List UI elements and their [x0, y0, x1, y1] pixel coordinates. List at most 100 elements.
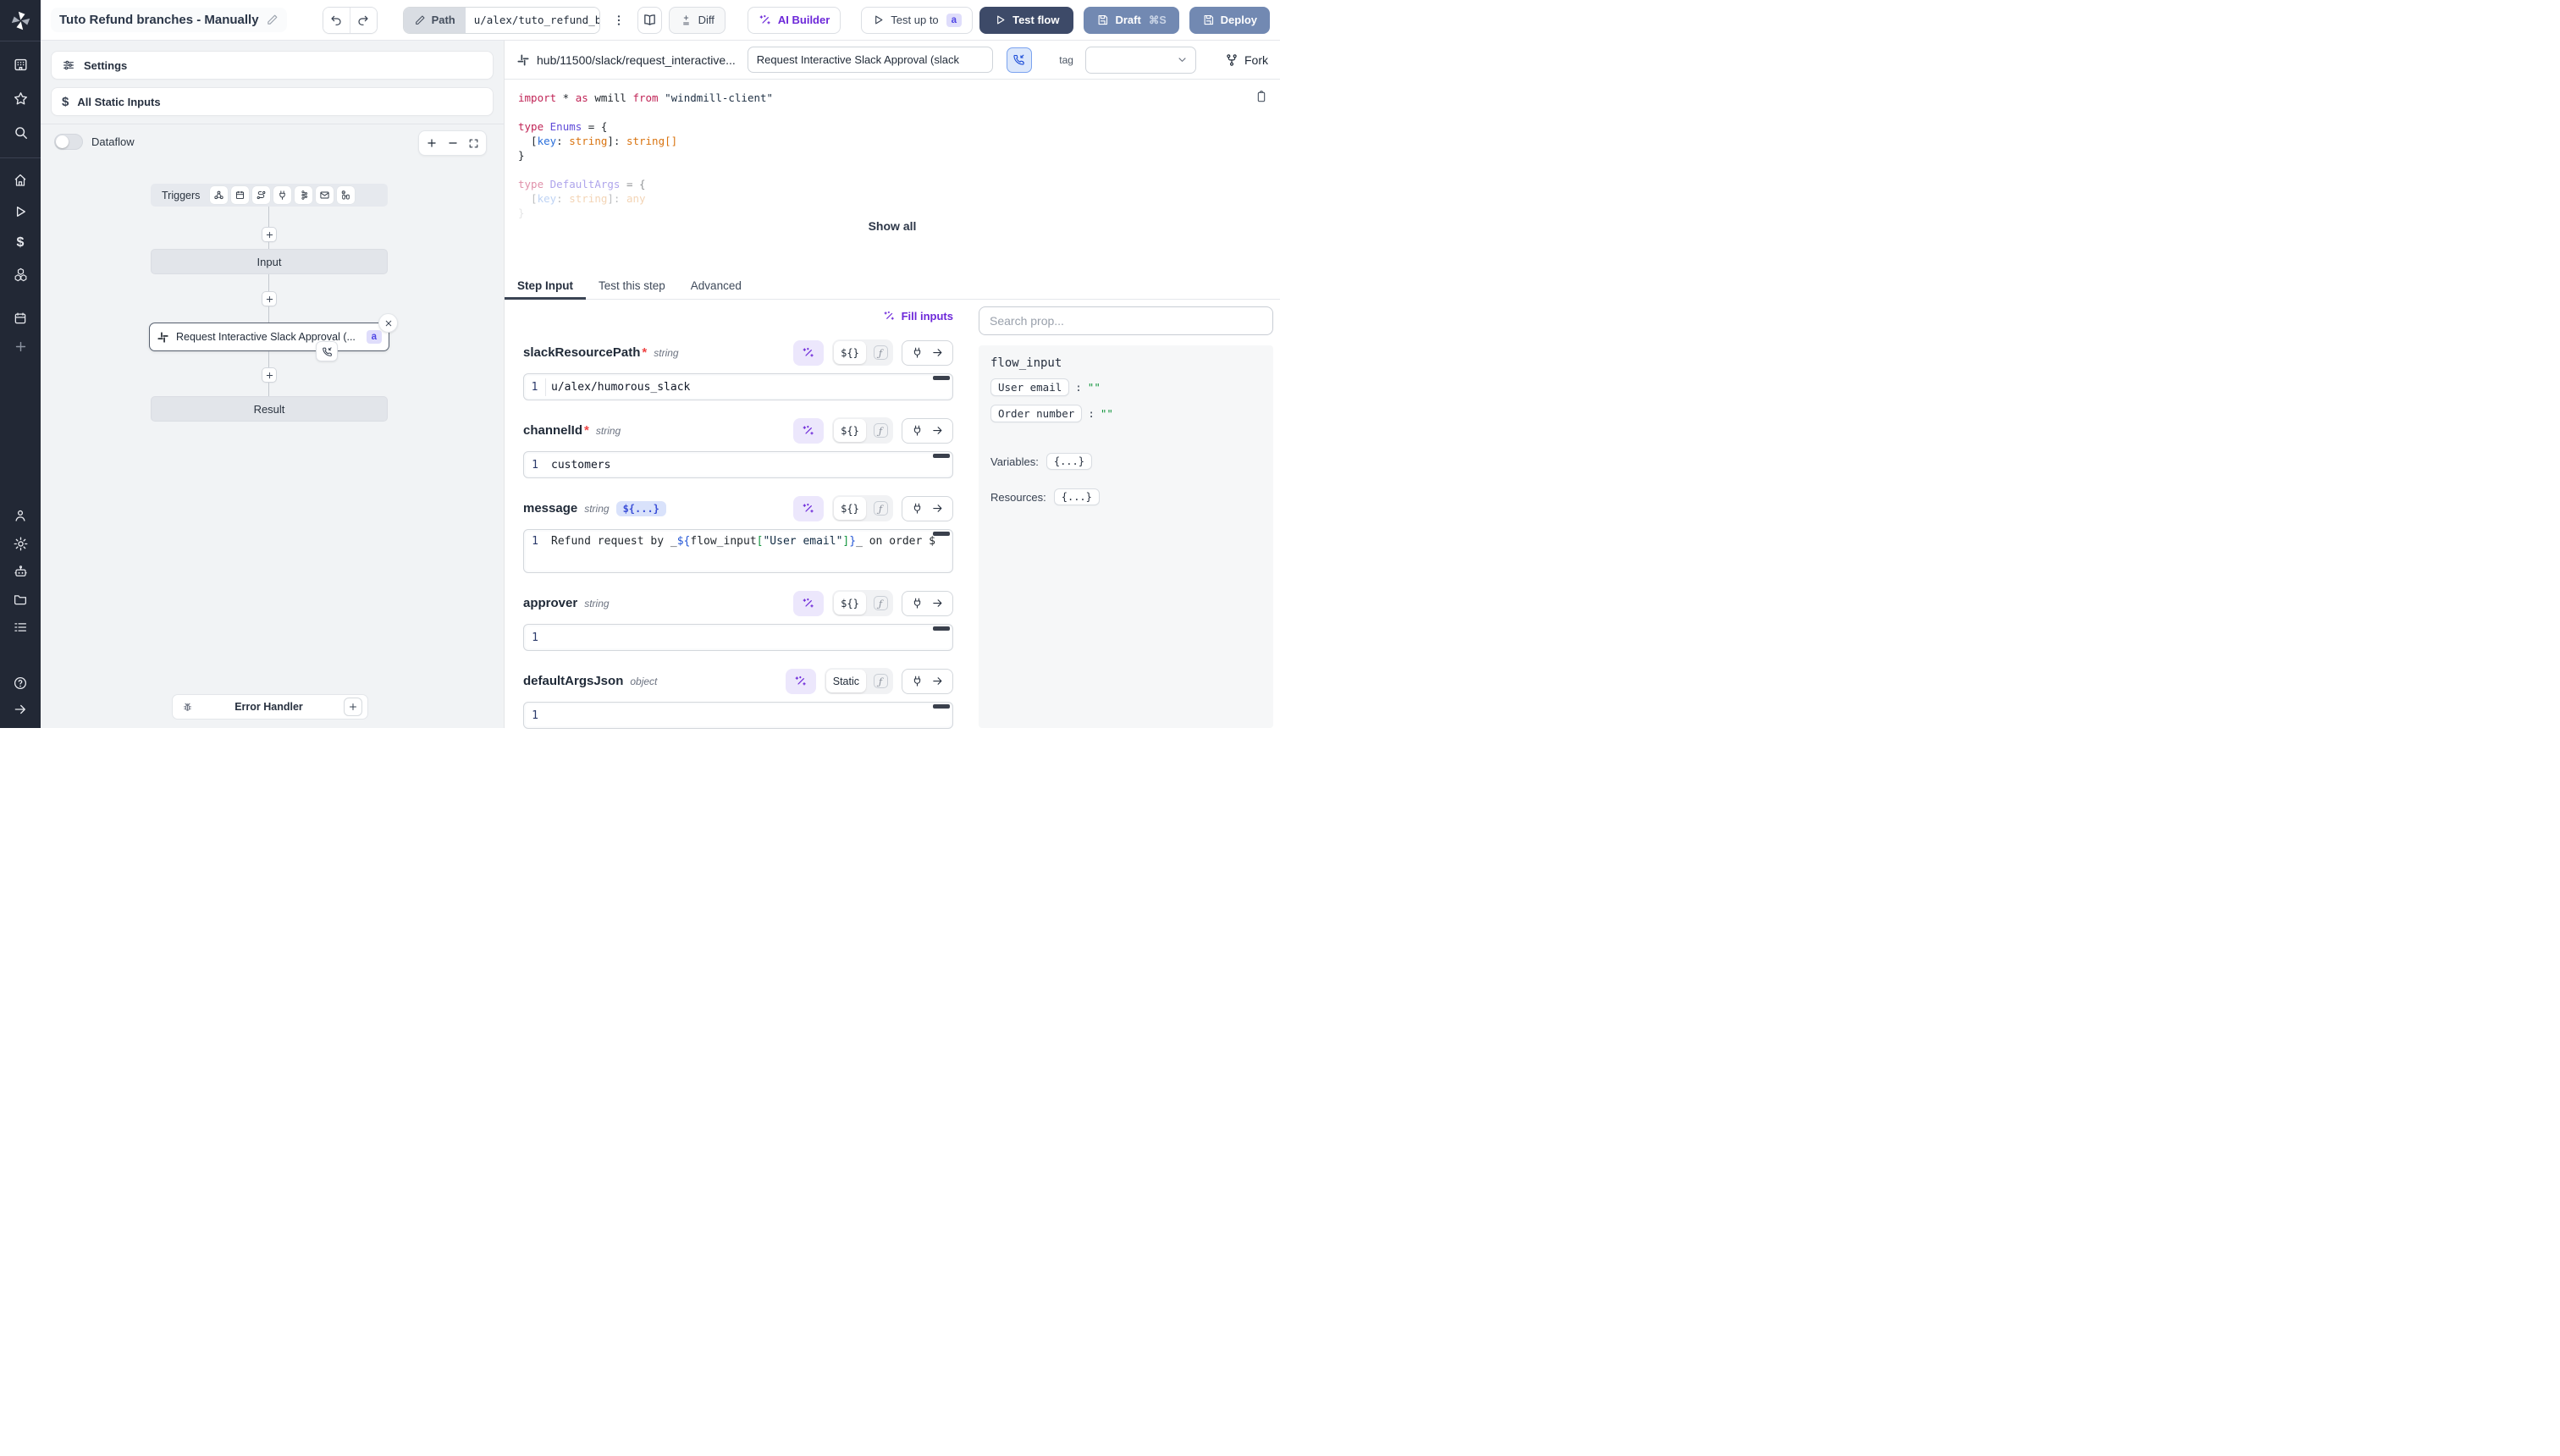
sidebar-item-workspace[interactable]	[7, 52, 34, 76]
input-node[interactable]: Input	[151, 249, 388, 274]
copy-code-button[interactable]	[1255, 90, 1268, 103]
fill-inputs-button[interactable]: Fill inputs	[883, 310, 953, 323]
websocket-icon[interactable]	[273, 186, 291, 204]
undo-button[interactable]	[323, 8, 350, 33]
connect-input-button[interactable]	[902, 418, 953, 444]
add-step-button[interactable]	[262, 291, 277, 306]
scrollbar-thumb[interactable]	[933, 704, 950, 709]
variables-expand-chip[interactable]: {...}	[1046, 453, 1092, 470]
path-edit-button[interactable]: Path	[404, 8, 466, 33]
ai-fill-button[interactable]	[786, 669, 816, 694]
sidebar-item-schedules[interactable]	[7, 306, 34, 330]
redo-button[interactable]	[350, 8, 377, 33]
template-mode-button[interactable]: ${}	[834, 592, 866, 615]
resources-expand-chip[interactable]: {...}	[1054, 488, 1100, 505]
ai-fill-button[interactable]	[793, 591, 824, 616]
fork-button[interactable]: Fork	[1225, 53, 1268, 67]
arrow-right-icon	[931, 675, 944, 687]
draft-button[interactable]: Draft ⌘S	[1084, 7, 1178, 34]
search-prop-input[interactable]	[979, 306, 1273, 335]
scrollbar-thumb[interactable]	[933, 376, 950, 380]
slackResourcePath-editor[interactable]: 1 u/alex/humorous_slack	[523, 373, 953, 400]
javascript-mode-button[interactable]: ƒ	[869, 498, 891, 520]
expand-rail-button[interactable]	[7, 698, 34, 721]
connect-input-button[interactable]	[902, 669, 953, 694]
sidebar-item-search[interactable]	[7, 120, 34, 144]
approver-editor[interactable]: 1	[523, 624, 953, 651]
defaultArgsJson-editor[interactable]: 1	[523, 702, 953, 729]
connect-input-button[interactable]	[902, 496, 953, 521]
play-icon	[872, 14, 885, 26]
sidebar-item-resources[interactable]	[7, 262, 34, 286]
sidebar-add-button[interactable]	[7, 334, 34, 358]
windmill-logo[interactable]	[0, 0, 41, 41]
test-flow-button[interactable]: Test flow	[979, 7, 1073, 34]
hub-script-path[interactable]: hub/11500/slack/request_interactive...	[537, 53, 736, 67]
edit-title-icon[interactable]	[266, 14, 279, 26]
sidebar-item-ai[interactable]	[7, 560, 34, 583]
connect-input-button[interactable]	[902, 591, 953, 616]
triggers-node[interactable]: Triggers	[151, 184, 388, 207]
template-mode-button[interactable]: ${}	[834, 341, 866, 364]
add-error-handler-button[interactable]	[344, 698, 362, 716]
ai-fill-button[interactable]	[793, 496, 824, 521]
sidebar-item-settings[interactable]	[7, 532, 34, 555]
http-route-icon[interactable]	[252, 186, 270, 204]
javascript-mode-button[interactable]: ƒ	[869, 593, 891, 615]
sidebar-item-home[interactable]	[7, 168, 34, 192]
tab-advanced[interactable]: Advanced	[678, 273, 754, 299]
diff-button[interactable]: Diff	[669, 7, 726, 34]
prop-user-email[interactable]: User email	[990, 378, 1069, 396]
ai-fill-button[interactable]	[793, 340, 824, 366]
dollar-icon: $	[17, 236, 25, 250]
sidebar-item-variables[interactable]: $	[7, 231, 34, 255]
javascript-mode-button[interactable]: ƒ	[869, 420, 891, 442]
step-summary-input[interactable]	[748, 47, 993, 73]
schedule-icon[interactable]	[231, 186, 249, 204]
ai-builder-button[interactable]: AI Builder	[748, 7, 841, 34]
template-mode-button[interactable]: ${}	[834, 419, 866, 442]
suspend-approval-button[interactable]	[1007, 47, 1033, 73]
webhook-icon[interactable]	[210, 186, 228, 204]
email-icon[interactable]	[316, 186, 334, 204]
test-up-to-button[interactable]: Test up to a	[861, 7, 973, 34]
template-mode-button[interactable]: ${}	[834, 497, 866, 520]
error-handler-node[interactable]: Error Handler	[172, 694, 368, 720]
show-all-button[interactable]: Show all	[869, 219, 917, 233]
javascript-mode-button[interactable]: ƒ	[869, 342, 891, 364]
scheduled-poll-icon[interactable]	[337, 186, 355, 204]
scrollbar-thumb[interactable]	[933, 626, 950, 631]
sidebar-item-runs[interactable]	[7, 200, 34, 223]
field-approver: approver string ${} ƒ	[523, 590, 953, 651]
tab-step-input[interactable]: Step Input	[505, 273, 586, 299]
sidebar-item-audit-logs[interactable]	[7, 615, 34, 639]
javascript-mode-button[interactable]: ƒ	[869, 670, 891, 692]
docs-button[interactable]	[637, 7, 662, 34]
app-root: $ Tuto Refund branches - Manually	[0, 0, 1280, 728]
result-node[interactable]: Result	[151, 396, 388, 422]
add-step-button[interactable]	[262, 367, 277, 383]
more-menu-button[interactable]	[607, 7, 631, 34]
ai-fill-button[interactable]	[793, 418, 824, 444]
sidebar-item-favorites[interactable]	[7, 86, 34, 110]
field-name: slackResourcePath	[523, 345, 640, 360]
prop-order-number[interactable]: Order number	[990, 405, 1082, 422]
slack-approval-node[interactable]: Request Interactive Slack Approval (... …	[149, 323, 389, 351]
scrollbar-thumb[interactable]	[933, 454, 950, 458]
help-button[interactable]	[7, 671, 34, 695]
tab-test-this-step[interactable]: Test this step	[586, 273, 678, 299]
static-mode-button[interactable]: Static	[826, 670, 866, 692]
channelId-editor[interactable]: 1 customers	[523, 451, 953, 478]
path-input[interactable]	[466, 8, 600, 33]
sidebar-item-users[interactable]	[7, 504, 34, 527]
scrollbar-thumb[interactable]	[933, 532, 950, 536]
deploy-button[interactable]: Deploy	[1189, 7, 1270, 34]
tag-select[interactable]	[1085, 47, 1196, 74]
remove-step-button[interactable]	[378, 313, 398, 333]
message-editor[interactable]: 1 Refund request by _${flow_input["User …	[523, 529, 953, 573]
add-step-button[interactable]	[262, 227, 277, 242]
sidebar-item-folders[interactable]	[7, 587, 34, 611]
connect-input-button[interactable]	[902, 340, 953, 366]
kafka-icon[interactable]	[295, 186, 312, 204]
flow-title[interactable]: Tuto Refund branches - Manually	[51, 8, 287, 32]
